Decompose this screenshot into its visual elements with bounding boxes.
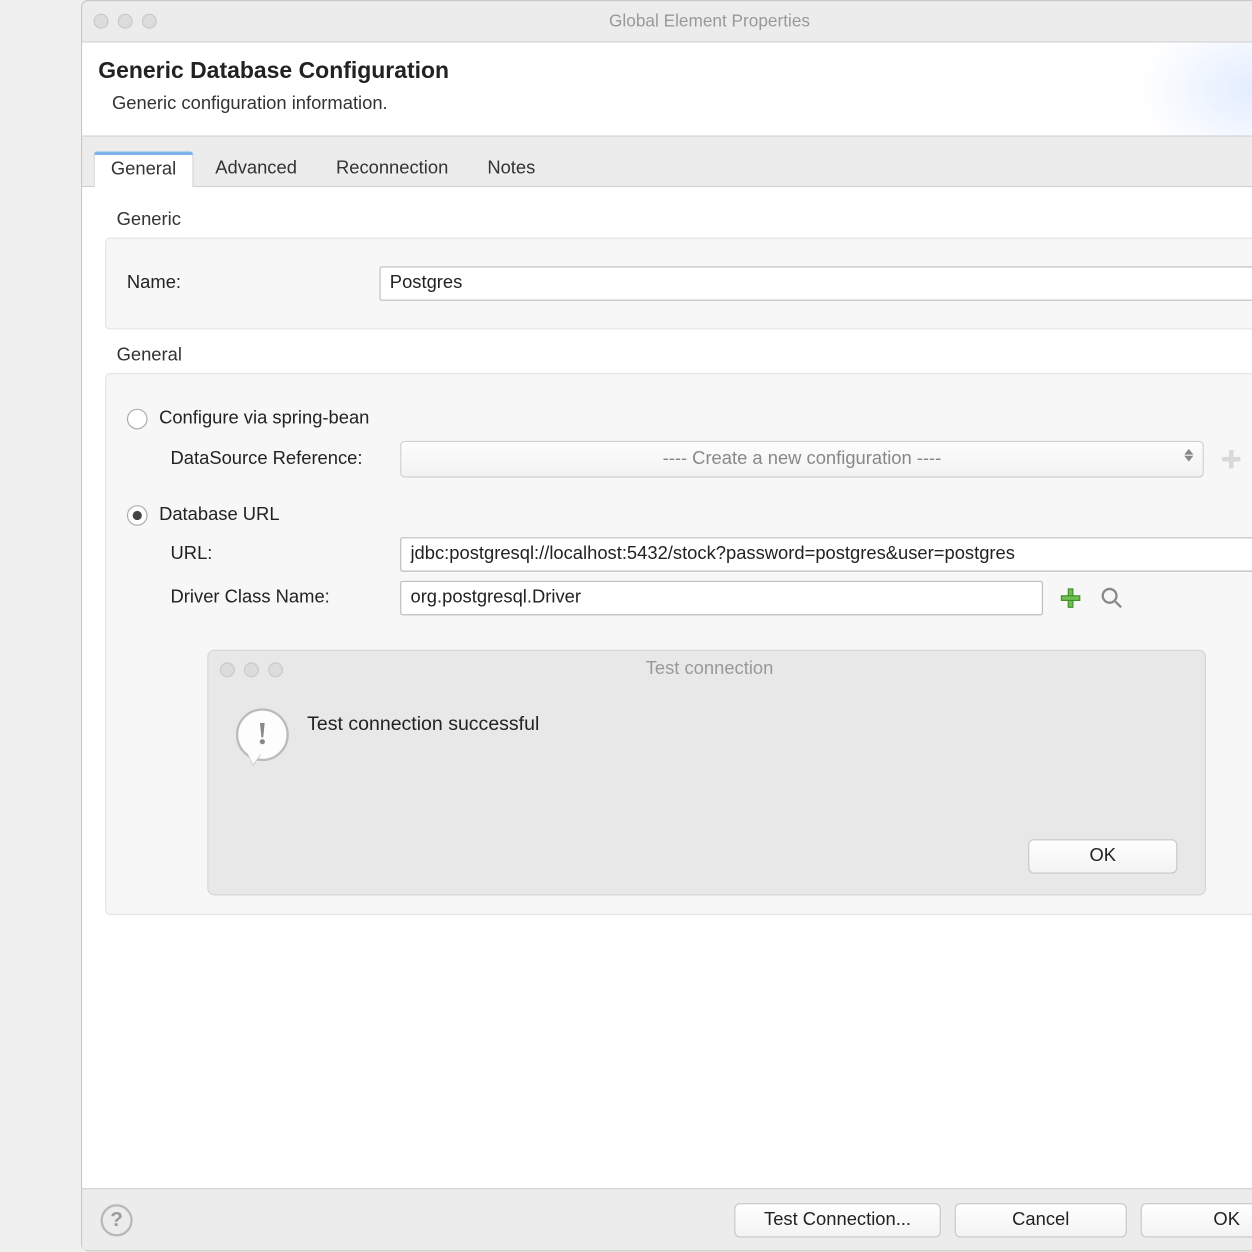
group-label-generic: Generic xyxy=(117,210,1252,231)
tab-general[interactable]: General xyxy=(94,152,194,188)
page-title: Generic Database Configuration xyxy=(98,59,1252,85)
info-icon: ! xyxy=(236,708,289,761)
tab-reconnection[interactable]: Reconnection xyxy=(319,150,466,186)
datasource-ref-label: DataSource Reference: xyxy=(171,449,401,470)
dialog-window: Global Element Properties Generic Databa… xyxy=(81,0,1252,1251)
chevron-updown-icon xyxy=(1184,449,1193,462)
tab-advanced[interactable]: Advanced xyxy=(198,150,314,186)
close-window-icon[interactable] xyxy=(220,662,235,677)
radio-database-url[interactable] xyxy=(127,505,148,526)
url-label: URL: xyxy=(171,544,401,565)
cancel-button[interactable]: Cancel xyxy=(955,1203,1127,1237)
help-button[interactable]: ? xyxy=(101,1204,133,1236)
question-icon: ? xyxy=(110,1208,123,1232)
plus-icon xyxy=(1220,448,1243,471)
test-connection-dialog: Test connection ! Test connection succes… xyxy=(207,650,1206,896)
zoom-window-icon[interactable] xyxy=(268,662,283,677)
footer: ? Test Connection... Cancel OK xyxy=(82,1188,1252,1250)
name-label: Name: xyxy=(127,273,380,294)
group-label-general: General xyxy=(117,346,1252,367)
magnifier-icon xyxy=(1100,587,1123,610)
tab-notes[interactable]: Notes xyxy=(470,150,552,186)
search-driver-button[interactable] xyxy=(1098,584,1126,612)
titlebar: Global Element Properties xyxy=(82,1,1252,42)
test-connection-button[interactable]: Test Connection... xyxy=(734,1203,941,1237)
sub-content: ! Test connection successful OK xyxy=(208,688,1204,895)
tab-content: Generic Name: General Configure via spri… xyxy=(82,187,1252,1188)
name-input[interactable] xyxy=(379,266,1252,300)
sub-titlebar: Test connection xyxy=(208,651,1204,688)
ok-button[interactable]: OK xyxy=(1141,1203,1252,1237)
plus-icon xyxy=(1059,587,1082,610)
minimize-window-icon[interactable] xyxy=(118,14,133,29)
minimize-window-icon[interactable] xyxy=(244,662,259,677)
page-subtitle: Generic configuration information. xyxy=(112,94,1252,115)
sub-window-title: Test connection xyxy=(283,659,1136,680)
test-dialog-ok-button[interactable]: OK xyxy=(1028,839,1177,873)
window-title: Global Element Properties xyxy=(157,11,1252,31)
add-driver-button[interactable] xyxy=(1057,584,1085,612)
driver-label: Driver Class Name: xyxy=(171,588,401,609)
tabs: General Advanced Reconnection Notes xyxy=(82,150,1252,187)
radio-spring-bean-label: Configure via spring-bean xyxy=(159,409,369,430)
radio-spring-bean[interactable] xyxy=(127,409,148,430)
datasource-ref-select[interactable]: ---- Create a new configuration ---- xyxy=(400,441,1204,478)
group-general: Configure via spring-bean DataSource Ref… xyxy=(105,373,1252,915)
window-controls xyxy=(94,14,157,29)
test-connection-message: Test connection successful xyxy=(307,708,539,736)
datasource-ref-value: ---- Create a new configuration ---- xyxy=(663,449,942,470)
radio-database-url-label: Database URL xyxy=(159,505,279,526)
driver-input[interactable] xyxy=(400,581,1043,615)
zoom-window-icon[interactable] xyxy=(142,14,157,29)
sub-window-controls xyxy=(220,662,283,677)
add-config-button[interactable] xyxy=(1218,445,1246,473)
close-window-icon[interactable] xyxy=(94,14,109,29)
group-generic: Name: xyxy=(105,238,1252,330)
header-section: Generic Database Configuration Generic c… xyxy=(82,42,1252,136)
url-input[interactable] xyxy=(400,537,1252,571)
